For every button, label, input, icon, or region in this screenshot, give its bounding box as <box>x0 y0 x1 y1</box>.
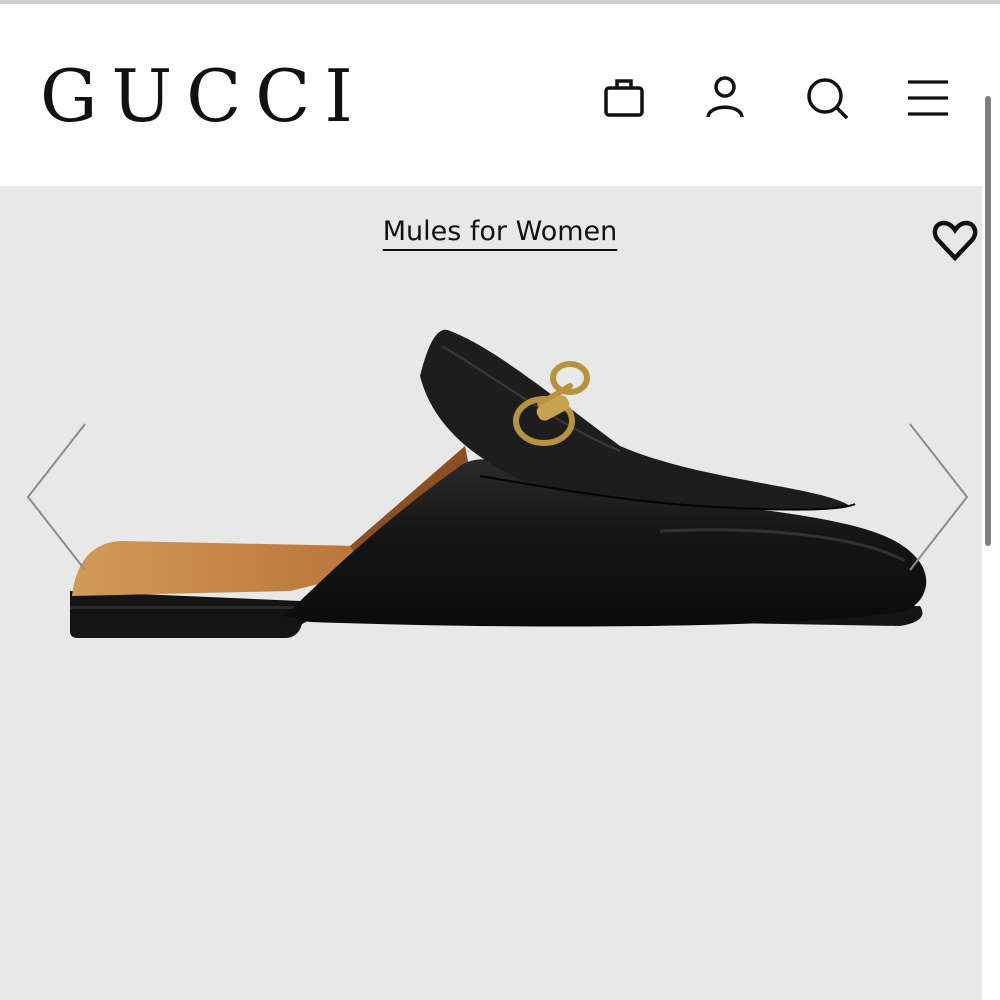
product-gallery: Mules for Women <box>0 186 982 1000</box>
account-icon[interactable] <box>701 74 749 122</box>
chevron-right-icon[interactable] <box>900 422 970 572</box>
product-image-mule[interactable] <box>60 326 940 656</box>
chevron-left-icon[interactable] <box>20 422 90 572</box>
site-header: GUCCI <box>0 4 1000 186</box>
page-scrollbar[interactable] <box>985 96 991 546</box>
menu-icon[interactable] <box>904 74 952 122</box>
search-icon[interactable] <box>803 74 851 122</box>
category-title: Mules for Women <box>0 216 1000 247</box>
gucci-logo[interactable]: GUCCI <box>40 56 367 136</box>
category-link[interactable]: Mules for Women <box>383 216 618 247</box>
heart-icon[interactable] <box>932 218 978 264</box>
shopping-bag-icon[interactable] <box>600 74 648 122</box>
